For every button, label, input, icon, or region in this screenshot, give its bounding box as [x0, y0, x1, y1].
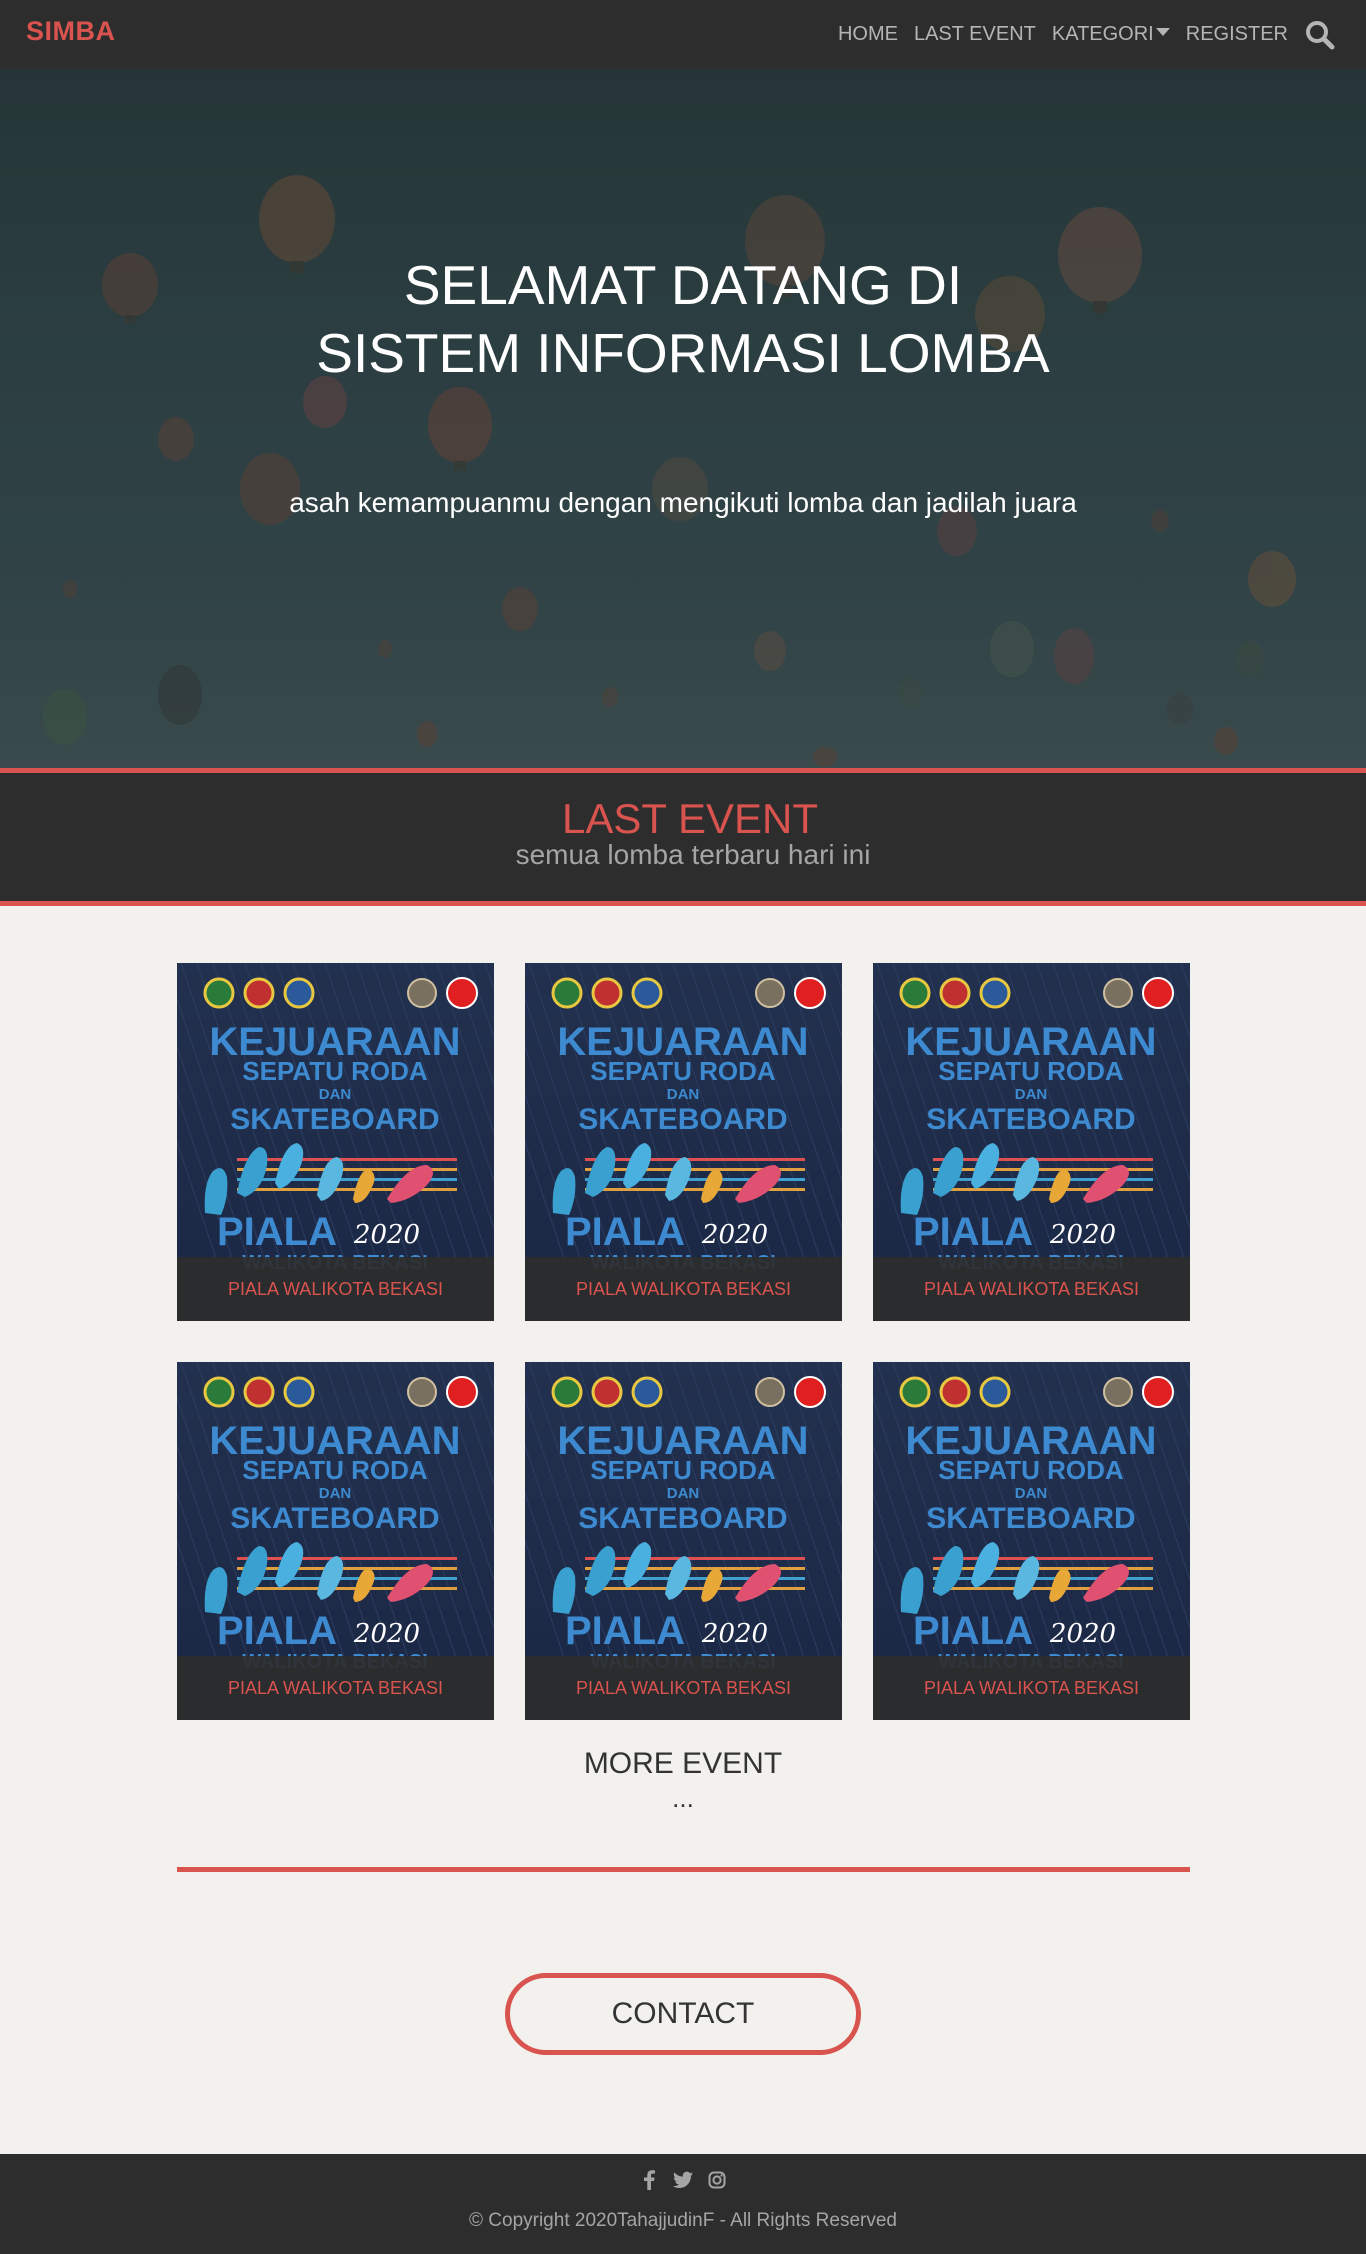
poster-line2: SEPATU RODA: [242, 1455, 428, 1485]
hero-overlay: [0, 69, 1366, 769]
poster-year: 2020: [353, 1220, 420, 1250]
poster-line3: DAN: [667, 1485, 700, 1502]
poster-year: 2020: [1049, 1619, 1116, 1649]
event-card[interactable]: KEJUARAAN SEPATU RODA DAN SKATEBOARD PIALA 20…: [525, 963, 842, 1321]
nav-kategori-dropdown[interactable]: KATEGORI: [1052, 23, 1170, 46]
event-card[interactable]: KEJUARAAN SEPATU RODA DAN SKATEBOARD PIALA 20…: [873, 963, 1190, 1321]
event-card-caption: PIALA WALIKOTA BEKASI: [525, 1257, 842, 1321]
social-links: [0, 2168, 1366, 2192]
copyright-text: © Copyright 2020TahajjudinF - All Rights…: [469, 2210, 897, 2231]
poster-line3: DAN: [319, 1485, 352, 1502]
hero-section: SELAMAT DATANG DI SISTEM INFORMASI LOMBA…: [0, 69, 1366, 769]
brand-logo[interactable]: SIMBA: [26, 16, 116, 47]
hero-title-line1: SELAMAT DATANG DI: [403, 254, 963, 316]
nav-last-event[interactable]: LAST EVENT: [914, 23, 1036, 46]
nav-kategori-label: KATEGORI: [1051, 23, 1154, 45]
event-card[interactable]: KEJUARAAN SEPATU RODA DAN SKATEBOARD PIALA 20…: [873, 1362, 1190, 1720]
poster-year: 2020: [353, 1619, 420, 1649]
last-event-banner: LAST EVENT semua lomba terbaru hari ini: [0, 768, 1366, 906]
poster-line4: SKATEBOARD: [230, 1502, 439, 1535]
poster-line5: PIALA: [913, 1210, 1033, 1254]
event-card[interactable]: KEJUARAAN SEPATU RODA DAN SKATEBOARD PIALA 20…: [525, 1362, 842, 1720]
hero-subtitle: asah kemampuanmu dengan mengikuti lomba …: [289, 487, 1077, 518]
twitter-icon[interactable]: [673, 2168, 693, 2192]
contact-button[interactable]: CONTACT: [505, 1973, 861, 2055]
poster-line5: PIALA: [913, 1609, 1033, 1653]
hero-title-line2: SISTEM INFORMASI LOMBA: [316, 322, 1050, 384]
search-button[interactable]: [1302, 17, 1338, 53]
poster-line5: PIALA: [217, 1210, 337, 1254]
poster-line5: PIALA: [565, 1210, 685, 1254]
navbar: SIMBA HOME LAST EVENT KATEGORI REGISTER: [0, 0, 1366, 69]
poster-line2: SEPATU RODA: [242, 1056, 428, 1086]
poster-line3: DAN: [1015, 1485, 1048, 1502]
more-event-link[interactable]: MORE EVENT: [0, 1747, 1366, 1781]
caret-down-icon: [1155, 27, 1170, 36]
poster-line3: DAN: [1015, 1086, 1048, 1103]
last-event-title: LAST EVENT: [562, 795, 818, 842]
search-icon: [1306, 20, 1335, 49]
poster-line2: SEPATU RODA: [590, 1056, 776, 1086]
poster-line3: DAN: [667, 1086, 700, 1103]
poster-year: 2020: [1049, 1220, 1116, 1250]
poster-line2: SEPATU RODA: [938, 1056, 1124, 1086]
poster-line4: SKATEBOARD: [926, 1103, 1135, 1136]
facebook-icon[interactable]: [639, 2168, 659, 2192]
poster-line4: SKATEBOARD: [926, 1502, 1135, 1535]
poster-line4: SKATEBOARD: [578, 1502, 787, 1535]
last-event-subtitle: semua lomba terbaru hari ini: [515, 839, 871, 870]
nav-links: HOME LAST EVENT KATEGORI REGISTER: [822, 0, 1366, 69]
poster-line2: SEPATU RODA: [590, 1455, 776, 1485]
poster-line4: SKATEBOARD: [578, 1103, 787, 1136]
more-event-dots: ...: [672, 1783, 694, 1813]
event-card-caption: PIALA WALIKOTA BEKASI: [177, 1656, 494, 1720]
event-card-caption: PIALA WALIKOTA BEKASI: [525, 1656, 842, 1720]
poster-line5: PIALA: [565, 1609, 685, 1653]
section-divider: [177, 1867, 1190, 1872]
instagram-icon[interactable]: [707, 2168, 727, 2192]
event-card[interactable]: KEJUARAAN SEPATU RODA DAN SKATEBOARD PIALA 20…: [177, 963, 494, 1321]
poster-line4: SKATEBOARD: [230, 1103, 439, 1136]
poster-line5: PIALA: [217, 1609, 337, 1653]
footer: © Copyright 2020TahajjudinF - All Rights…: [0, 2154, 1366, 2254]
event-card-caption: PIALA WALIKOTA BEKASI: [177, 1257, 494, 1321]
event-card-caption: PIALA WALIKOTA BEKASI: [873, 1257, 1190, 1321]
poster-year: 2020: [701, 1619, 768, 1649]
nav-home[interactable]: HOME: [838, 23, 898, 46]
poster-line3: DAN: [319, 1086, 352, 1103]
poster-line2: SEPATU RODA: [938, 1455, 1124, 1485]
event-card-caption: PIALA WALIKOTA BEKASI: [873, 1656, 1190, 1720]
poster-year: 2020: [701, 1220, 768, 1250]
event-card[interactable]: KEJUARAAN SEPATU RODA DAN SKATEBOARD PIALA 20…: [177, 1362, 494, 1720]
nav-register[interactable]: REGISTER: [1186, 23, 1288, 46]
